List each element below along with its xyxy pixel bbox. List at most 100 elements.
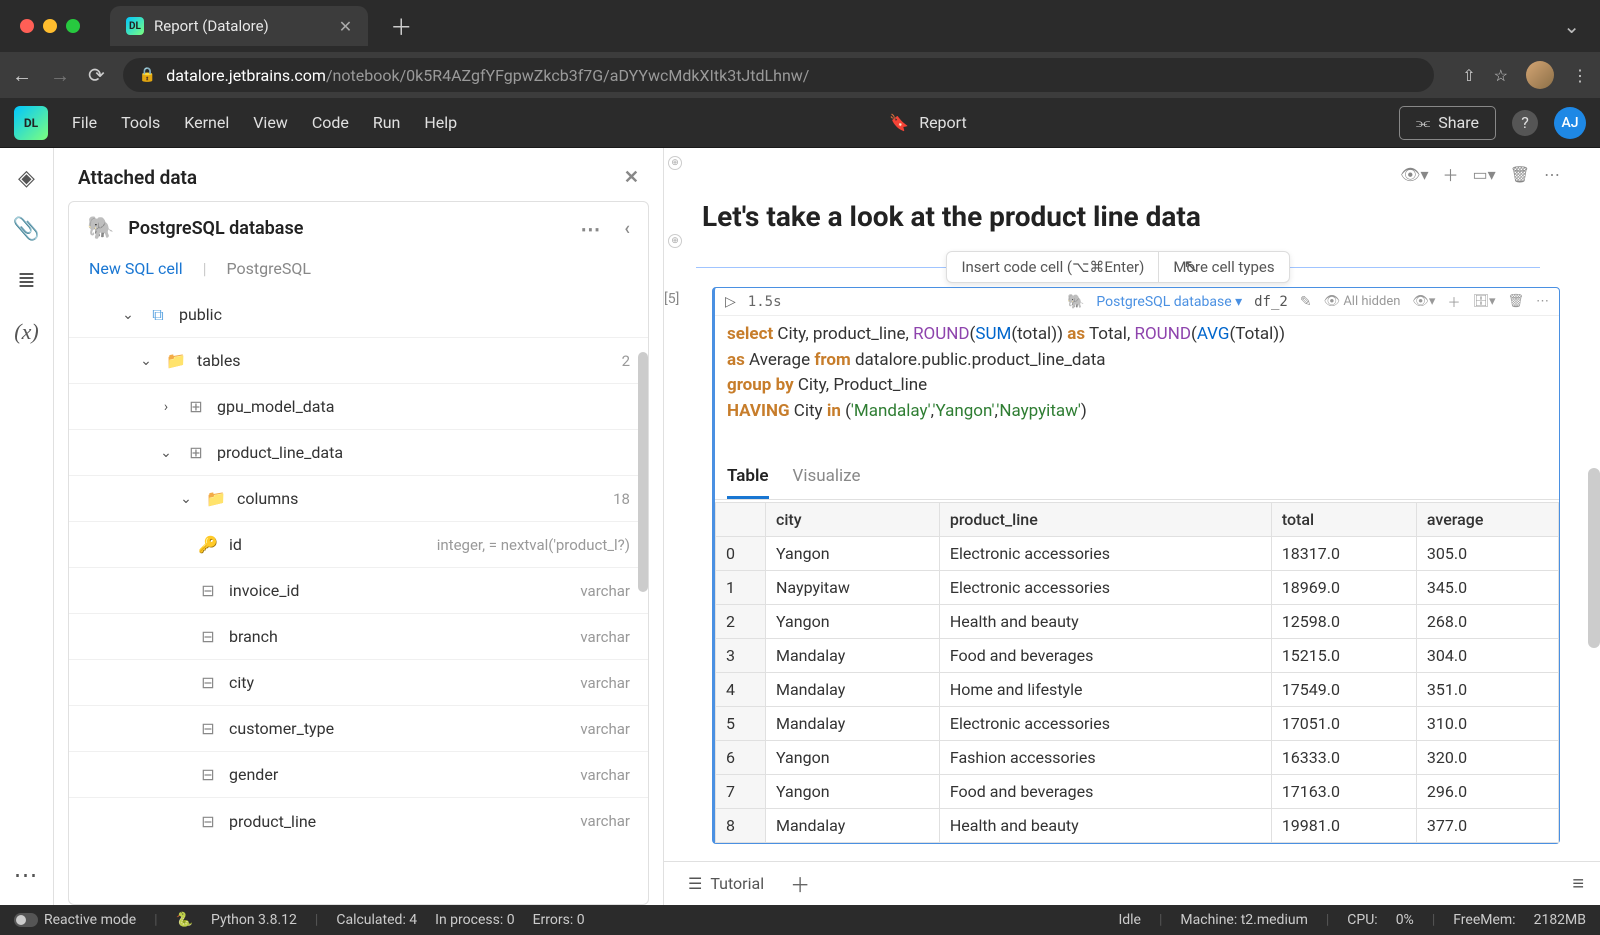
menu-kernel[interactable]: Kernel — [184, 113, 229, 132]
user-avatar[interactable]: AJ — [1554, 107, 1586, 139]
cell-db-selector[interactable]: PostgreSQL database ▾ — [1096, 294, 1242, 310]
datalore-logo[interactable]: DL — [14, 106, 48, 140]
visibility-icon[interactable]: 👁▾ — [1400, 165, 1428, 184]
back-button[interactable]: ← — [12, 63, 32, 88]
menu-run[interactable]: Run — [373, 113, 401, 132]
visibility-icon[interactable]: 👁▾ — [1412, 294, 1435, 309]
rail-outline-icon[interactable]: ≣ — [17, 268, 35, 293]
dataframe-name[interactable]: df_2 — [1254, 294, 1288, 310]
collapse-panel-icon[interactable]: ‹ — [624, 218, 630, 239]
tab-table[interactable]: Table — [727, 466, 769, 499]
table-header[interactable]: product_line — [939, 503, 1271, 537]
table-row[interactable]: 5 Mandalay Electronic accessories 17051.… — [716, 707, 1559, 741]
column-row[interactable]: ⊟ gender varchar — [69, 752, 648, 798]
address-field[interactable]: 🔒 datalore.jetbrains.com/notebook/0k5R4A… — [123, 58, 1434, 92]
help-button[interactable]: ? — [1512, 110, 1538, 136]
table-row-gpu[interactable]: › ⊞ gpu_model_data — [69, 384, 648, 430]
sheet-tab-tutorial[interactable]: ☰ Tutorial — [680, 866, 772, 901]
menu-help[interactable]: Help — [424, 113, 457, 132]
add-cell-icon[interactable]: ＋ — [1443, 162, 1459, 186]
db-icon[interactable]: 🗄▾ — [1472, 294, 1495, 309]
cell-more-icon[interactable]: ⋯ — [1536, 294, 1549, 309]
tab-overflow-icon[interactable]: ⌄ — [1563, 14, 1580, 38]
table-row[interactable]: 8 Mandalay Health and beauty 19981.0 377… — [716, 809, 1559, 843]
profile-avatar[interactable] — [1526, 61, 1554, 89]
bookmark-outline-icon[interactable]: 🔖 — [889, 113, 909, 132]
share-button[interactable]: ⫘ Share — [1399, 106, 1496, 140]
table-row[interactable]: 3 Mandalay Food and beverages 15215.0 30… — [716, 639, 1559, 673]
scrollbar-thumb[interactable] — [638, 352, 648, 592]
toggle-icon[interactable] — [14, 913, 38, 927]
column-row[interactable]: ⊟ branch varchar — [69, 614, 648, 660]
rail-more-icon[interactable]: ⋯ — [14, 861, 40, 889]
columns-folder-row[interactable]: ⌄ 📁 columns 18 — [69, 476, 648, 522]
menu-view[interactable]: View — [253, 113, 288, 132]
markdown-heading[interactable]: Let's take a look at the product line da… — [702, 200, 1560, 233]
chevron-down-icon[interactable]: ⌄ — [177, 491, 195, 507]
table-row-product[interactable]: ⌄ ⊞ product_line_data — [69, 430, 648, 476]
chevron-right-icon[interactable]: › — [157, 399, 175, 415]
panel-close-icon[interactable]: ✕ — [624, 167, 639, 188]
reload-button[interactable]: ⟳ — [88, 63, 105, 87]
sheet-menu-icon[interactable]: ≡ — [1572, 871, 1584, 896]
schema-row[interactable]: ⌄ ⧉ public — [69, 292, 648, 338]
rail-attachment-icon[interactable]: 📎 — [13, 217, 40, 242]
new-sql-cell-link[interactable]: New SQL cell — [89, 259, 183, 278]
bookmark-icon[interactable]: ☆ — [1494, 66, 1508, 85]
add-cell-icon[interactable]: ＋ — [1447, 292, 1460, 311]
close-tab-icon[interactable]: ✕ — [339, 17, 352, 36]
window-controls[interactable] — [20, 19, 80, 33]
table-header[interactable]: average — [1416, 503, 1558, 537]
column-row[interactable]: ⊟ invoice_id varchar — [69, 568, 648, 614]
chevron-down-icon[interactable]: ⌄ — [157, 445, 175, 461]
column-row[interactable]: ⊟ product_line varchar — [69, 798, 648, 844]
table-row[interactable]: 6 Yangon Fashion accessories 16333.0 320… — [716, 741, 1559, 775]
layout-icon[interactable]: ▭▾ — [1473, 165, 1496, 184]
status-machine[interactable]: Machine: t2.medium — [1180, 912, 1307, 928]
edit-df-icon[interactable]: ✎ — [1300, 294, 1312, 310]
column-row[interactable]: 🔑 id integer, = nextval('product_l?) — [69, 522, 648, 568]
browser-menu-icon[interactable]: ⋮ — [1572, 66, 1588, 85]
share-icon[interactable]: ⇧ — [1462, 66, 1475, 85]
rail-cube-icon[interactable]: ◈ — [18, 166, 35, 191]
cell-more-icon[interactable]: ⋯ — [1544, 165, 1560, 184]
table-row[interactable]: 0 Yangon Electronic accessories 18317.0 … — [716, 537, 1559, 571]
database-more-icon[interactable]: ⋯ — [580, 217, 600, 241]
reactive-mode-toggle[interactable]: Reactive mode — [14, 912, 136, 928]
tab-visualize[interactable]: Visualize — [793, 466, 861, 499]
hidden-indicator[interactable]: 👁 All hidden — [1324, 294, 1401, 309]
table-row[interactable]: 4 Mandalay Home and lifestyle 17549.0 35… — [716, 673, 1559, 707]
delete-cell-icon[interactable]: 🗑 — [1510, 165, 1530, 184]
table-header[interactable]: city — [766, 503, 940, 537]
sql-editor[interactable]: select City, product_line, ROUND(SUM(tot… — [715, 316, 1559, 438]
rail-variables-icon[interactable]: (x) — [14, 319, 38, 345]
maximize-window-icon[interactable] — [66, 19, 80, 33]
cell-gutter-icon[interactable]: ⊕ — [668, 234, 682, 248]
insert-code-cell-button[interactable]: Insert code cell (⌥⌘Enter) — [947, 252, 1159, 282]
table-row[interactable]: 1 Naypyitaw Electronic accessories 18969… — [716, 571, 1559, 605]
tables-folder-row[interactable]: ⌄ 📁 tables 2 — [69, 338, 648, 384]
more-cell-types-button[interactable]: More cell types ↖ — [1159, 252, 1288, 282]
close-window-icon[interactable] — [20, 19, 34, 33]
table-header[interactable]: total — [1271, 503, 1416, 537]
table-row[interactable]: 2 Yangon Health and beauty 12598.0 268.0 — [716, 605, 1559, 639]
chevron-down-icon[interactable]: ⌄ — [137, 353, 155, 369]
python-version[interactable]: Python 3.8.12 — [211, 912, 297, 928]
content-scrollbar[interactable] — [1588, 468, 1600, 648]
sql-cell[interactable]: ▷ 1.5s 🐘 PostgreSQL database ▾ df_2 ✎ 👁 … — [712, 287, 1560, 844]
add-sheet-button[interactable]: ＋ — [790, 869, 810, 898]
column-row[interactable]: ⊟ city varchar — [69, 660, 648, 706]
run-cell-icon[interactable]: ▷ — [725, 294, 736, 310]
column-row[interactable]: ⊟ customer_type varchar — [69, 706, 648, 752]
delete-cell-icon[interactable]: 🗑 — [1507, 294, 1524, 309]
new-tab-button[interactable]: ＋ — [390, 10, 412, 42]
menu-code[interactable]: Code — [312, 113, 349, 132]
menu-tools[interactable]: Tools — [121, 113, 160, 132]
notebook-title[interactable]: Report — [919, 113, 967, 132]
chevron-down-icon[interactable]: ⌄ — [119, 307, 137, 323]
minimize-window-icon[interactable] — [43, 19, 57, 33]
browser-tab[interactable]: DL Report (Datalore) ✕ — [110, 6, 368, 46]
menu-file[interactable]: File — [72, 113, 97, 132]
table-row[interactable]: 7 Yangon Food and beverages 17163.0 296.… — [716, 775, 1559, 809]
cell-gutter-icon[interactable]: ⊕ — [668, 156, 682, 170]
